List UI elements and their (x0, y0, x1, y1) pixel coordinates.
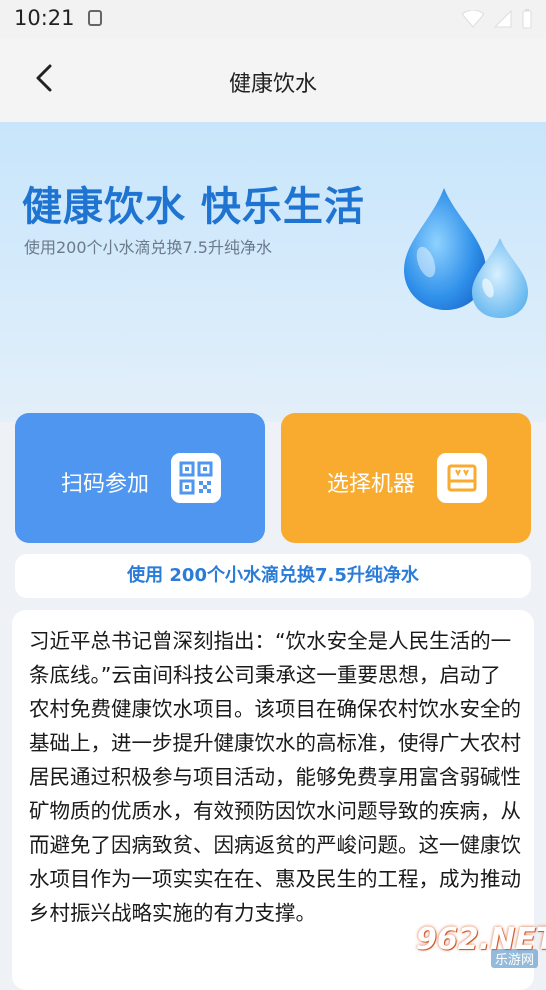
hero-title: 健康饮水 快乐生活 (22, 184, 365, 230)
status-bar: 10:21 (0, 0, 546, 38)
notification-icon (88, 10, 102, 26)
water-drop-icon (404, 188, 528, 318)
article-body: 习近平总书记曾深刻指出：“饮水安全是人民生活的一条底线。”云亩间科技公司秉承这一… (29, 629, 521, 925)
status-time: 10:21 (14, 6, 75, 30)
redeem-banner: 使用 200个小水滴兑换7.5升纯净水 (15, 554, 531, 598)
wifi-icon (462, 10, 484, 28)
watermark-logo: 962.NET 乐游网 (416, 922, 546, 968)
status-icons (462, 9, 532, 29)
page-title: 健康饮水 (228, 72, 317, 97)
signal-icon (494, 10, 512, 28)
machine-icon (437, 453, 487, 503)
hero-banner: 健康饮水 快乐生活 使用200个小水滴兑换7.5升纯净水 (0, 122, 546, 422)
hero-subtitle: 使用200个小水滴兑换7.5升纯净水 (24, 238, 272, 257)
watermark-sub: 乐游网 (490, 949, 538, 968)
nav-bar: 健康饮水 (0, 38, 546, 122)
scan-join-button[interactable]: 扫码参加 (15, 413, 265, 543)
battery-icon (522, 9, 532, 29)
select-machine-label: 选择机器 (327, 472, 416, 497)
scan-join-label: 扫码参加 (61, 472, 150, 497)
select-machine-button[interactable]: 选择机器 (281, 413, 531, 543)
qr-code-icon (171, 453, 221, 503)
